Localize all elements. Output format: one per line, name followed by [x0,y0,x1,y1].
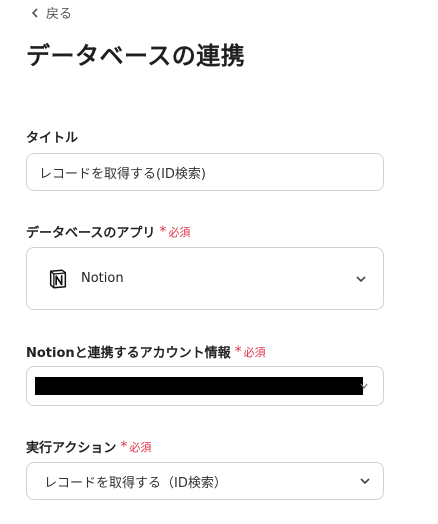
account-select[interactable] [26,366,384,406]
required-asterisk-icon: * [234,343,242,360]
app-select[interactable]: Notion [26,247,384,310]
title-label-text: タイトル [26,131,79,146]
action-label: 実行アクション * 必須 [26,437,151,457]
required-badge: * 必須 [235,344,266,360]
page: 戻る データベースの連携 タイトル レコードを取得する(ID検索) データベース… [0,0,438,524]
title-input[interactable]: レコードを取得する(ID検索) [26,153,384,191]
chevron-down-icon [360,478,370,485]
app-label-text: データベースのアプリ [26,226,156,241]
account-label-text: Notionと連携するアカウント情報 [26,346,231,361]
title-input-value: レコードを取得する(ID検索) [39,166,206,182]
required-badge: * 必須 [120,439,151,455]
required-text: 必須 [243,345,266,359]
action-label-text: 実行アクション [26,441,117,456]
required-text: 必須 [129,440,152,454]
account-label: Notionと連携するアカウント情報 * 必須 [26,342,266,362]
app-label: データベースのアプリ * 必須 [26,222,190,242]
action-select-value: レコードを取得する（ID検索） [44,475,227,491]
required-badge: * 必須 [159,224,190,240]
required-text: 必須 [168,225,191,239]
back-label: 戻る [46,7,73,22]
back-link[interactable]: 戻る [30,3,72,22]
action-select[interactable]: レコードを取得する（ID検索） [26,462,384,500]
title-label: タイトル [26,127,78,146]
required-asterisk-icon: * [120,438,128,455]
chevron-down-icon [356,275,366,282]
chevron-down-icon [360,383,368,390]
redacted-account-value [35,377,363,395]
required-asterisk-icon: * [159,223,167,240]
page-title: データベースの連携 [26,42,246,70]
app-select-value: Notion [81,271,124,286]
notion-logo-icon [49,269,67,288]
chevron-left-icon [30,7,40,18]
